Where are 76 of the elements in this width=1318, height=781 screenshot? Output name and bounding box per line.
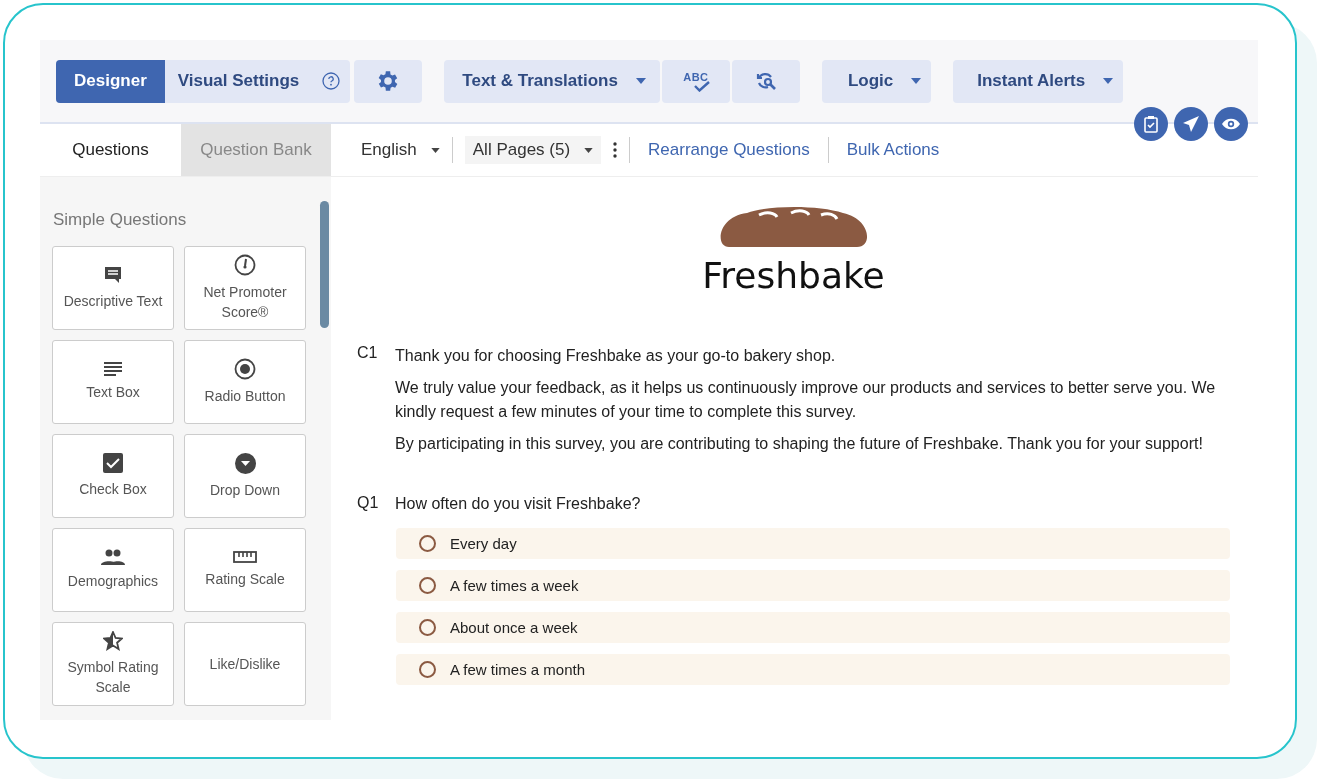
check-icon (693, 80, 710, 92)
question-number: Q1 (357, 494, 377, 513)
message-icon (103, 265, 123, 285)
preview-button[interactable] (1214, 107, 1248, 141)
question-number: C1 (357, 344, 377, 363)
eye-icon (1221, 117, 1241, 131)
mode-tab[interactable]: Visual Settings (164, 59, 313, 103)
settings-button[interactable] (354, 59, 423, 103)
question-type-card[interactable]: Text Box (52, 340, 174, 424)
card-label: Like/Dislike (209, 655, 281, 674)
dropdown-icon (234, 452, 256, 474)
gauge-icon (234, 254, 256, 276)
question-type-card[interactable]: Drop Down (184, 434, 306, 518)
answer-option[interactable]: About once a week (396, 612, 1230, 643)
toolbar-link[interactable]: Bulk Actions (840, 140, 946, 160)
more-icon[interactable] (613, 142, 618, 158)
question-type-card[interactable]: Like/Dislike (184, 622, 306, 706)
card-label: Check Box (79, 480, 147, 499)
checkbox-icon (103, 453, 123, 473)
caret-icon (911, 78, 922, 84)
question-type-card[interactable]: Demographics (52, 528, 174, 612)
help-icon[interactable] (322, 72, 341, 90)
clipboard-button[interactable] (1134, 107, 1168, 141)
pages-dropdown[interactable]: All Pages (5) (464, 136, 602, 164)
answer-option[interactable]: Every day (396, 528, 1230, 559)
question-type-card[interactable]: Radio Button (184, 340, 306, 424)
radio-button[interactable] (419, 661, 436, 678)
send-button[interactable] (1174, 107, 1208, 141)
question-type-card[interactable]: Net Promoter Score® (184, 246, 306, 330)
people-icon (101, 549, 125, 565)
text-translations-dropdown[interactable]: Text & Translations (444, 59, 660, 103)
card-label: Rating Scale (205, 570, 285, 589)
caret-icon (635, 78, 646, 84)
card-label: Radio Button (204, 387, 286, 406)
caret-icon (584, 147, 594, 153)
intro-paragraph: By participating in this survey, you are contributing to shaping the future of Freshbake. Thank you for your support! (395, 434, 1204, 454)
logo-text: Freshbake (702, 255, 885, 296)
card-label: Demographics (67, 572, 159, 591)
card-label: Symbol Rating Scale (66, 658, 160, 697)
option-label: Every day (450, 535, 517, 552)
answer-option[interactable]: A few times a month (396, 654, 1230, 685)
radio-button[interactable] (419, 619, 436, 636)
language-dropdown[interactable]: English (361, 136, 440, 164)
card-label: Text Box (86, 383, 140, 402)
radio-button[interactable] (419, 535, 436, 552)
scrollbar-thumb[interactable] (320, 201, 329, 328)
find-replace-button[interactable] (731, 59, 800, 103)
intro-paragraph: We truly value your feedback, as it helps us continuously improve our products and services to better serve you. We kindly request a few minutes of your time to complete this survey. (395, 378, 1217, 422)
question-type-card[interactable]: Symbol Rating Scale (52, 622, 174, 706)
card-label: Drop Down (210, 480, 280, 500)
star-icon (103, 631, 123, 651)
option-label: About once a week (450, 619, 578, 636)
option-label: A few times a month (450, 661, 586, 678)
toolbar-dropdown[interactable]: Logic (821, 59, 932, 103)
question-text: How often do you visit Freshbake? (395, 494, 641, 514)
card-label: Net Promoter Score® (202, 283, 288, 322)
caret-icon (430, 147, 440, 153)
caret-icon (1103, 78, 1114, 84)
toolbar-dropdown[interactable]: Instant Alerts (953, 59, 1124, 103)
toolbar-link[interactable]: Rearrange Questions (642, 140, 816, 160)
question-type-card[interactable]: Rating Scale (184, 528, 306, 612)
card-label: Descriptive Text (63, 292, 163, 311)
paper-plane-icon (1182, 115, 1200, 133)
question-type-card[interactable]: Check Box (52, 434, 174, 518)
spellcheck-button[interactable]: ABC (661, 59, 730, 103)
clipboard-icon (1143, 115, 1159, 133)
lines-icon (104, 362, 122, 376)
section-heading: Simple Questions (53, 210, 188, 230)
radio-button[interactable] (419, 577, 436, 594)
question-type-card[interactable]: Descriptive Text (52, 246, 174, 330)
mode-tab[interactable]: Designer (56, 59, 165, 103)
answer-option[interactable]: A few times a week (396, 570, 1230, 601)
ruler-icon (233, 551, 257, 563)
intro-paragraph: Thank you for choosing Freshbake as your go-to bakery shop. (395, 346, 837, 366)
option-label: A few times a week (450, 577, 579, 594)
radio-icon (234, 358, 256, 380)
